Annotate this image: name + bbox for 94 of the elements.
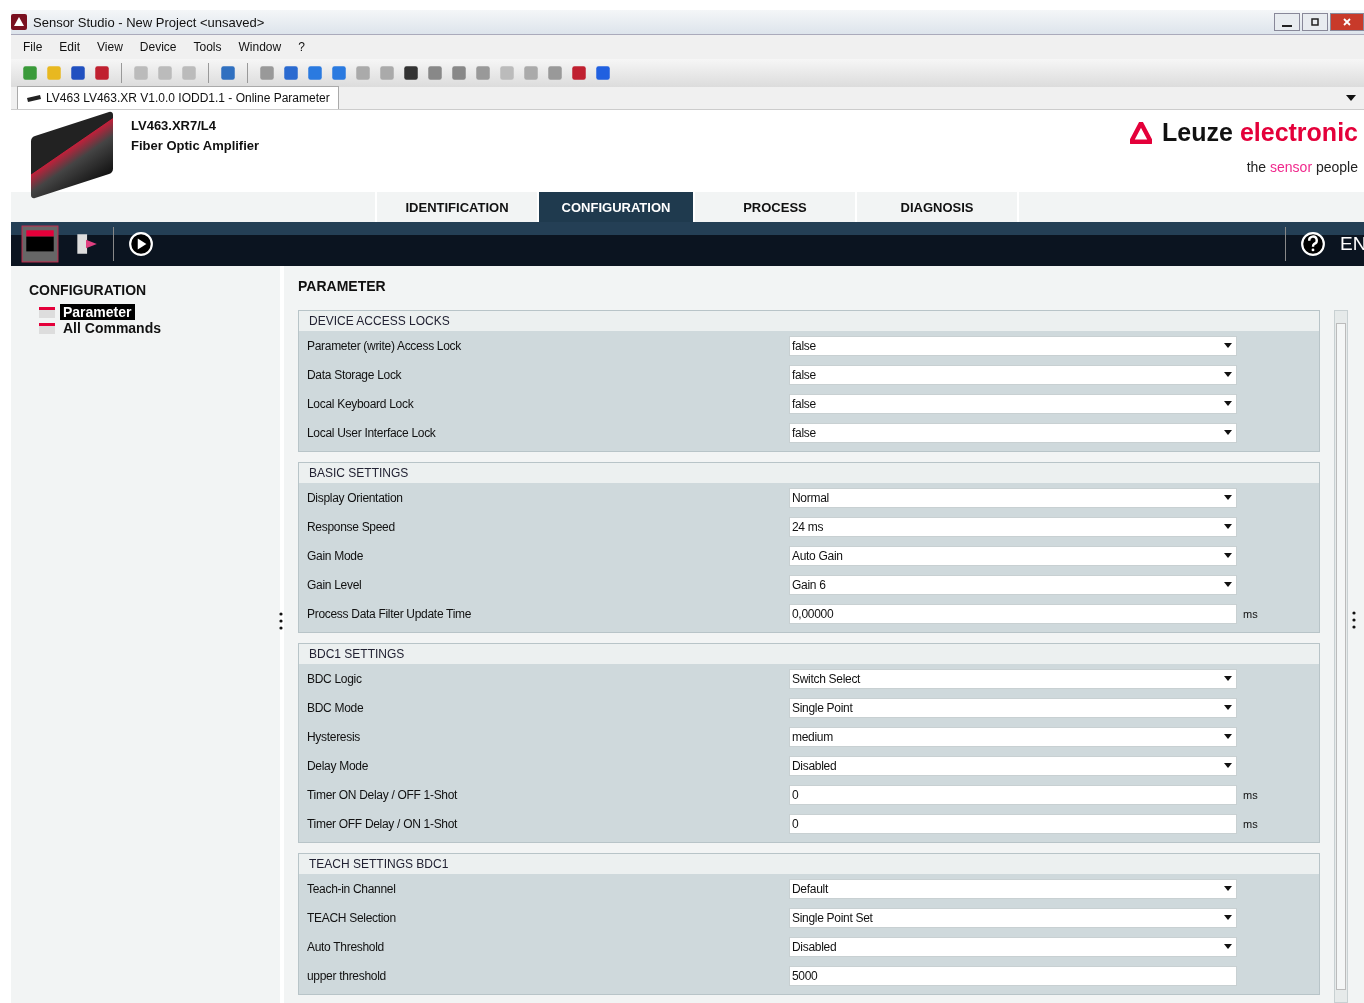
caret-icon (1224, 886, 1232, 891)
sidebar-title: CONFIGURATION (29, 282, 148, 298)
parameter-label: Response Speed (307, 519, 396, 534)
logo-icon (1130, 121, 1153, 144)
caret-icon (1224, 705, 1232, 710)
parameter-label: Display Orientation (307, 490, 404, 505)
caret-icon (1224, 430, 1232, 435)
caret-icon (1224, 524, 1232, 529)
dropdown-field[interactable]: Disabled (789, 936, 1237, 957)
device-model: LV463.XR7/L4 (131, 118, 218, 133)
unit-label: ms (1243, 817, 1258, 830)
parameter-label: Local Keyboard Lock (307, 396, 415, 411)
caret-icon (1224, 734, 1232, 739)
dropdown-field[interactable]: false (789, 364, 1237, 385)
parameter-label: Parameter (write) Access Lock (307, 338, 462, 353)
group-title: DEVICE ACCESS LOCKS (308, 313, 451, 330)
parameter-label: Hysteresis (307, 729, 361, 744)
input-field[interactable]: 5000 (789, 965, 1237, 986)
monitor-icon[interactable] (21, 225, 59, 263)
caret-icon (1224, 343, 1232, 348)
minimize-button[interactable] (1274, 13, 1300, 31)
tree-item[interactable]: All Commands (60, 320, 164, 336)
logo-text: Leuze electronic (1162, 118, 1358, 147)
group-title: BASIC SETTINGS (308, 465, 410, 482)
parameter-label: Local User Interface Lock (307, 425, 437, 440)
menu-item[interactable]: Edit (59, 40, 81, 54)
input-field[interactable]: 0,00000 (789, 603, 1237, 624)
parameter-label: BDC Logic (307, 671, 363, 686)
parameter-label: BDC Mode (307, 700, 365, 715)
caret-icon (1224, 495, 1232, 500)
close-icon (1342, 17, 1352, 27)
menu-item[interactable]: View (97, 40, 123, 54)
parameter-label: Data Storage Lock (307, 367, 403, 382)
document-tab[interactable]: LV463 LV463.XR V1.0.0 IODD1.1 - Online Parameter (17, 86, 339, 109)
help-icon[interactable] (1300, 231, 1326, 257)
dropdown-field[interactable]: false (789, 393, 1237, 414)
input-field[interactable]: 0 (789, 813, 1237, 834)
parameter-label: Gain Level (307, 577, 363, 592)
caret-icon (1224, 944, 1232, 949)
device-description: Fiber Optic Amplifier (131, 138, 260, 153)
dropdown-field[interactable]: Single Point Set (789, 907, 1237, 928)
dropdown-field[interactable]: Switch Select (789, 668, 1237, 689)
content-title: PARAMETER (298, 278, 387, 294)
unit-label: ms (1243, 788, 1258, 801)
menu-item[interactable]: ? (298, 40, 305, 54)
group-title: TEACH SETTINGS BDC1 (308, 856, 450, 873)
language-selector[interactable]: EN (1340, 233, 1364, 255)
window-title: Sensor Studio - New Project <unsaved> (33, 14, 265, 30)
caret-icon (1224, 763, 1232, 768)
caret-icon (1224, 676, 1232, 681)
dropdown-field[interactable]: Default (789, 878, 1237, 899)
caret-icon (1224, 401, 1232, 406)
dropdown-field[interactable]: Auto Gain (789, 545, 1237, 566)
parameter-label: TEACH Selection (307, 910, 397, 925)
minimize-icon (1282, 25, 1292, 27)
input-field[interactable]: 0 (789, 784, 1237, 805)
unit-label: ms (1243, 607, 1258, 620)
dropdown-field[interactable]: medium (789, 726, 1237, 747)
scrollbar[interactable] (1334, 310, 1348, 1003)
parameter-label: Timer OFF Delay / ON 1-Shot (307, 816, 459, 831)
tagline: the sensor people (1246, 159, 1358, 175)
app-icon (11, 14, 27, 30)
parameter-label: Auto Threshold (307, 939, 385, 954)
parameter-label: Delay Mode (307, 758, 370, 773)
play-circle-icon[interactable] (128, 231, 154, 257)
parameter-label: Process Data Filter Update Time (307, 606, 473, 621)
caret-icon (1224, 915, 1232, 920)
dropdown-field[interactable]: Gain 6 (789, 574, 1237, 595)
splitter-handle[interactable] (279, 611, 283, 631)
dropdown-field[interactable]: Disabled (789, 755, 1237, 776)
group-title: BDC1 SETTINGS (308, 646, 406, 663)
dropdown-field[interactable]: Normal (789, 487, 1237, 508)
menu-item[interactable]: Tools (193, 40, 222, 54)
splitter-handle[interactable] (1352, 610, 1356, 630)
dropdown-field[interactable]: Single Point (789, 697, 1237, 718)
maximize-button[interactable] (1302, 13, 1328, 31)
caret-icon (1224, 582, 1232, 587)
dropdown-field[interactable]: 24 ms (789, 516, 1237, 537)
menu-item[interactable]: Window (238, 40, 282, 54)
caret-icon[interactable] (1346, 95, 1356, 101)
caret-icon (1224, 553, 1232, 558)
parameter-label: Gain Mode (307, 548, 364, 563)
menu-item[interactable]: File (23, 40, 43, 54)
tree-item[interactable]: Parameter (60, 304, 135, 320)
menu-item[interactable]: Device (139, 40, 177, 54)
caret-icon (1224, 372, 1232, 377)
parameter-label: Teach-in Channel (307, 881, 397, 896)
parameter-label: Timer ON Delay / OFF 1-Shot (307, 787, 459, 802)
tab[interactable]: CONFIGURATION (537, 192, 693, 222)
close-button[interactable] (1330, 13, 1364, 31)
maximize-icon (1310, 17, 1320, 27)
dropdown-field[interactable]: false (789, 335, 1237, 356)
dropdown-field[interactable]: false (789, 422, 1237, 443)
parameter-label: upper threshold (307, 968, 387, 983)
